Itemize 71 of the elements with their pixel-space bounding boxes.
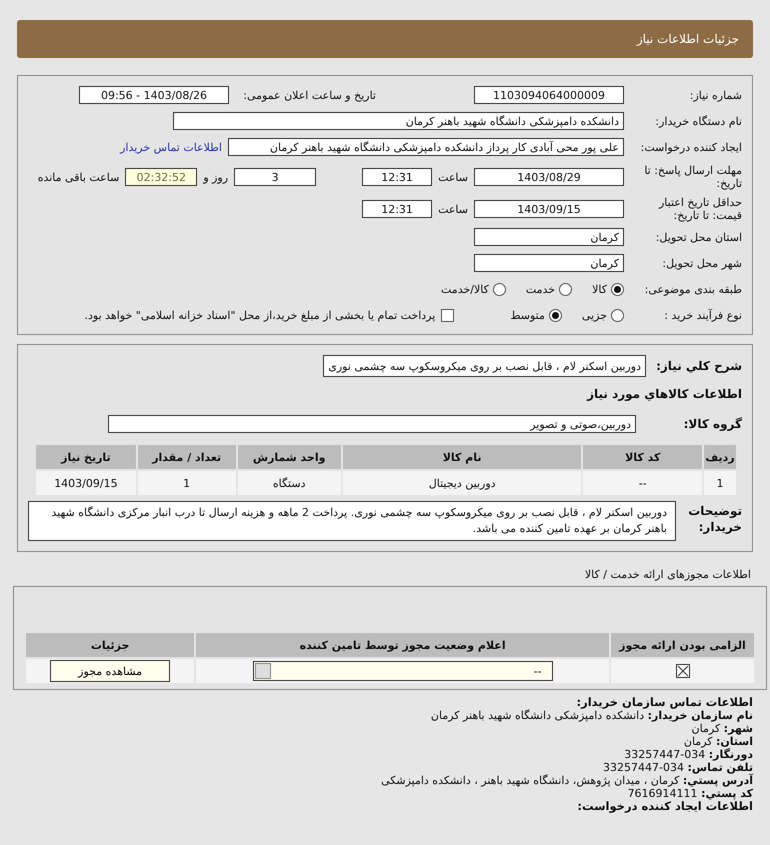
status-dropdown[interactable]: -- <box>252 661 553 681</box>
field-label: تاریخ و ساعت اعلان عمومی: <box>243 88 376 102</box>
contact-info-line: استان: کرمان <box>682 735 753 748</box>
contact-heading: اطلاعات تماس سازمان خریدار: <box>575 696 753 709</box>
column-header: اعلام وضعیت مجوز توسط تامین کننده <box>195 632 610 658</box>
city-field: کرمان <box>474 254 624 272</box>
deadline-date-field: 1403/08/29 <box>474 168 624 186</box>
column-header: الزامی بودن ارائه مجوز <box>610 632 755 658</box>
field-label: روز و <box>203 170 228 184</box>
radio-label: کالا/خدمت <box>441 282 489 296</box>
validity-date-field: 1403/09/15 <box>474 200 624 218</box>
radio-button[interactable] <box>548 308 562 322</box>
field-label: توضیحات خریدار: <box>687 503 742 535</box>
table-cell: -- <box>582 470 704 496</box>
column-header: نام کالا <box>342 444 582 470</box>
page-title: جزئیات اطلاعات نیاز <box>636 32 739 46</box>
buyer-contact-link[interactable]: اطلاعات تماس خریدار <box>120 140 222 154</box>
column-header: واحد شمارش <box>236 444 342 470</box>
field-label: ساعت <box>438 202 468 216</box>
field-label: ساعت <box>438 170 468 184</box>
table-cell: 1 <box>703 470 737 496</box>
radio-label: جزیی <box>582 308 607 322</box>
radio-button[interactable] <box>492 282 506 296</box>
field-label: استان محل تحویل: <box>654 230 742 244</box>
radio-button[interactable] <box>559 282 572 296</box>
view-license-button[interactable]: مشاهده مجوز <box>50 660 170 682</box>
field-label: نوع فرآیند خرید : <box>663 308 742 322</box>
contact-info-line: آدرس پستي: کرمان ، میدان پژوهش، دانشگاه شهید باهنر ، دانشکده دامپزشکی <box>380 774 753 787</box>
remaining-time-field: 02:32:52 <box>125 168 198 186</box>
buyer-notes-field: دوربین اسکنر لام ، قابل نصب بر روی میکروسکوپ سه چشمی نوری. پرداخت 2 ماهه و هزینه ارسال تا درب انبار مرکزی دانشگاه شهید باهنر کرمان بر عهده تامین کننده می باشد. <box>28 501 676 541</box>
goods-group-field: دوربین،صوتی و تصویر <box>108 415 636 433</box>
deadline-time-field: 12:31 <box>362 168 432 186</box>
contact-heading: اطلاعات ایجاد کننده درخواست: <box>576 800 753 813</box>
checkbox-label: پرداخت تمام یا بخشی از مبلغ خرید،از محل "اسناد خزانه اسلامی" خواهد بود. <box>84 308 436 322</box>
province-field: کرمان <box>474 228 624 246</box>
field-label: شماره نیاز: <box>688 88 742 102</box>
field-label: شرح کلي نياز: <box>655 359 742 373</box>
days-field: 3 <box>234 168 316 186</box>
announce-date-field: 1403/08/26 - 09:56 <box>79 86 229 104</box>
table-cell: دستگاه <box>236 470 342 496</box>
validity-time-field: 12:31 <box>362 200 432 218</box>
radio-label: کالا <box>592 282 607 296</box>
field-label: ایجاد کننده درخواست: <box>640 140 742 154</box>
need-number-field: 1103094064000009 <box>474 86 624 104</box>
radio-button[interactable] <box>611 308 624 322</box>
table-cell: دوربین دیجیتال <box>342 470 582 496</box>
summary-field: دوربین اسکنر لام ، قابل نصب بر روی میکروسکوپ سه چشمی نوری <box>323 355 646 377</box>
field-label: نام دستگاه خریدار: <box>654 114 742 128</box>
requester-field: علی پور محی آبادی کار پرداز دانشکده دامپزشکی دانشگاه شهید باهنر کرمان <box>228 138 624 156</box>
checkbox[interactable] <box>441 308 454 322</box>
field-label: حداقل تاریخ اعتبار قیمت: تا تاریخ: <box>658 196 742 222</box>
column-header: تعداد / مقدار <box>136 444 237 470</box>
table-cell: 1403/09/15 <box>35 470 137 496</box>
radio-label: خدمت <box>526 282 556 296</box>
field-label: گروه کالا: <box>682 417 742 431</box>
buyer-org-field: دانشکده دامپزشکی دانشگاه شهید باهنر کرمان <box>173 112 624 130</box>
radio-label: متوسط <box>510 308 545 322</box>
field-label: مهلت ارسال پاسخ: تا تاریخ: <box>643 164 742 190</box>
column-header: جزئیات <box>25 632 196 658</box>
field-label: طبقه بندی موضوعی: <box>644 282 742 296</box>
section-heading: اطلاعات مجوزهای ارائه خدمت / کالا <box>584 568 751 581</box>
section-heading: اطلاعات کالاهاي مورد نياز <box>587 387 742 401</box>
column-header: تاریخ نیاز <box>35 444 137 470</box>
field-label: ساعت باقی مانده <box>38 170 120 184</box>
radio-button[interactable] <box>611 282 624 296</box>
field-label: شهر محل تحویل: <box>661 256 742 270</box>
contact-info-line: شهر: کرمان <box>690 722 753 735</box>
table-cell: 1 <box>136 470 237 496</box>
contact-info-line: نام سازمان خریدار: دانشکده دامپزشکی دانشگاه شهید باهنر کرمان <box>430 709 753 722</box>
column-header: ردیف <box>703 444 737 470</box>
column-header: کد کالا <box>582 444 704 470</box>
